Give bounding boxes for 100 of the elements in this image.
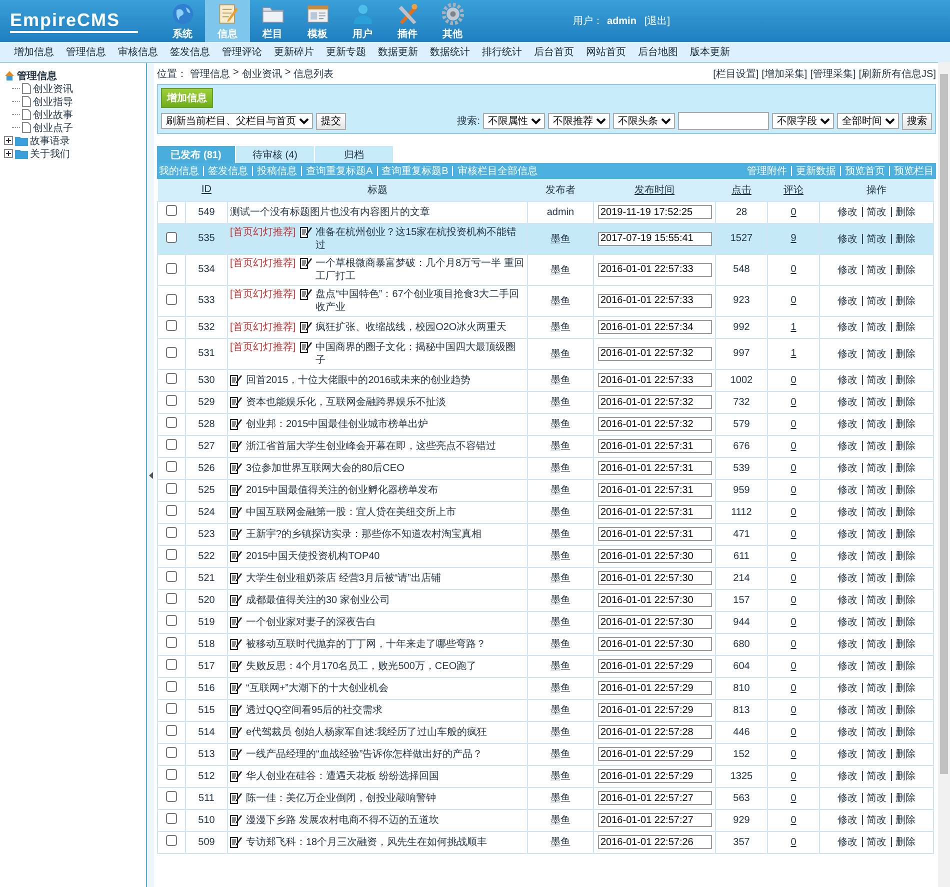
filter-select[interactable]: 不限推荐 [548,113,610,129]
action-link[interactable]: 修改 [838,375,858,386]
comment-link[interactable]: 0 [790,484,796,496]
comment-link[interactable]: 0 [790,572,796,584]
scrollbar-thumb[interactable] [940,74,948,774]
row-checkbox[interactable] [166,461,177,472]
comment-link[interactable]: 0 [790,374,796,386]
comment-link[interactable]: 0 [790,550,796,562]
menu-link[interactable]: 数据更新 [372,45,424,59]
top-link[interactable]: [管理采集] [810,67,856,81]
time-field[interactable]: 2016-01-01 22:57:33 [598,373,712,387]
action-link[interactable]: 删除 [896,419,916,430]
action-link[interactable]: 简改 [866,296,886,306]
action-link[interactable]: 修改 [838,264,858,276]
menu-link[interactable]: 审核信息 [112,45,164,59]
action-link[interactable]: 修改 [838,793,858,804]
action-link[interactable]: 删除 [896,837,916,848]
comment-link[interactable]: 0 [790,770,796,782]
tree-item[interactable]: 管理信息 [17,68,57,82]
menu-link[interactable]: 后台首页 [528,45,580,59]
time-field[interactable]: 2016-01-01 22:57:31 [598,439,712,453]
action-link[interactable]: 简改 [866,507,886,518]
menu-link[interactable]: 数据统计 [424,45,476,59]
action-link[interactable]: 简改 [866,348,886,360]
action-link[interactable]: 修改 [838,661,858,672]
time-field[interactable]: 2016-01-01 22:57:32 [598,346,712,360]
action-link[interactable]: 简改 [866,397,886,408]
menu-link[interactable]: 管理信息 [60,45,112,59]
comment-link[interactable]: 0 [790,440,796,452]
time-select[interactable]: 全部时间 [837,113,899,129]
action-link[interactable]: 简改 [866,463,886,474]
tree-item[interactable]: 创业指导 [33,94,73,108]
breadcrumb-link[interactable]: 管理信息 [190,67,230,81]
action-link[interactable]: 删除 [896,375,916,386]
menu-link[interactable]: 网站首页 [580,45,632,59]
breadcrumb-link[interactable]: 信息列表 [294,67,334,81]
action-link[interactable]: 删除 [896,234,916,244]
logout-link[interactable]: [退出] [644,14,670,28]
action-link[interactable]: 删除 [896,705,916,716]
row-checkbox[interactable] [166,417,177,428]
time-field[interactable]: 2016-01-01 22:57:34 [598,320,712,334]
time-field[interactable]: 2017-07-19 15:55:41 [598,232,712,246]
comment-link[interactable]: 0 [790,594,796,606]
breadcrumb-link[interactable]: 创业资讯 [242,67,282,81]
time-field[interactable]: 2016-01-01 22:57:30 [598,549,712,563]
tree-item[interactable]: 故事语录 [30,134,70,148]
menu-link[interactable]: 版本更新 [684,45,736,59]
action-link[interactable]: 简改 [866,551,886,562]
action-link[interactable]: 简改 [866,595,886,606]
row-checkbox[interactable] [166,483,177,494]
time-field[interactable]: 2016-01-01 22:57:26 [598,835,712,849]
menu-link[interactable]: 更新碎片 [268,45,320,59]
row-checkbox[interactable] [166,659,177,670]
menu-link[interactable]: 增加信息 [8,45,60,59]
action-link[interactable]: 简改 [866,322,886,333]
action-link[interactable]: 修改 [838,595,858,606]
title-link[interactable]: 盘点“中国特色”：67个创业项目抢食3大二手回收产业 [316,288,525,314]
row-checkbox[interactable] [166,615,177,626]
row-checkbox[interactable] [166,232,177,242]
row-checkbox[interactable] [166,320,177,331]
comment-link[interactable]: 0 [790,638,796,650]
comment-link[interactable]: 0 [790,616,796,628]
comment-link[interactable]: 0 [790,748,796,760]
menu-link[interactable]: 排行统计 [476,45,528,59]
menu-link[interactable]: 后台地图 [632,45,684,59]
row-checkbox[interactable] [166,813,177,824]
comment-link[interactable]: 0 [790,792,796,804]
action-link[interactable]: 删除 [896,397,916,408]
action-link[interactable]: 删除 [896,661,916,672]
action-link[interactable]: 简改 [866,264,886,276]
comment-link[interactable]: 0 [790,682,796,694]
field-select[interactable]: 不限字段 [772,113,834,129]
action-link[interactable]: 删除 [896,771,916,782]
action-link[interactable]: 删除 [896,727,916,738]
nav-tab[interactable]: 系统 [160,0,205,42]
comment-link[interactable]: 0 [790,704,796,716]
time-field[interactable]: 2016-01-01 22:57:31 [598,527,712,541]
time-field[interactable]: 2016-01-01 22:57:30 [598,593,712,607]
action-link[interactable]: 简改 [866,727,886,738]
action-link[interactable]: 简改 [866,234,886,244]
time-field[interactable]: 2016-01-01 22:57:30 [598,637,712,651]
comment-link[interactable]: 0 [790,506,796,518]
title-link[interactable]: 中国商界的圈子文化：揭秘中国四大最顶级圈子 [316,340,525,366]
collapse-arrow-icon[interactable] [148,472,152,478]
action-link[interactable]: 修改 [838,207,858,218]
time-field[interactable]: 2016-01-01 22:57:28 [598,725,712,739]
nav-tab[interactable]: 栏目 [250,0,295,42]
menu-link[interactable]: 签发信息 [164,45,216,59]
action-link[interactable]: 简改 [866,749,886,760]
nav-tab[interactable]: 插件 [385,0,430,42]
tab[interactable]: 待审核 (4) [236,146,314,163]
comment-link[interactable]: 0 [790,462,796,474]
time-field[interactable]: 2016-01-01 22:57:31 [598,483,712,497]
action-link[interactable]: 简改 [866,705,886,716]
action-link[interactable]: 简改 [866,419,886,430]
time-field[interactable]: 2016-01-01 22:57:29 [598,681,712,695]
action-link[interactable]: 简改 [866,815,886,826]
action-link[interactable]: 删除 [896,595,916,606]
title-link[interactable]: 一个草根微商暴富梦破：几个月8万亏一半 重回工厂打工 [316,256,525,282]
top-link[interactable]: [刷新所有信息JS] [858,67,936,81]
